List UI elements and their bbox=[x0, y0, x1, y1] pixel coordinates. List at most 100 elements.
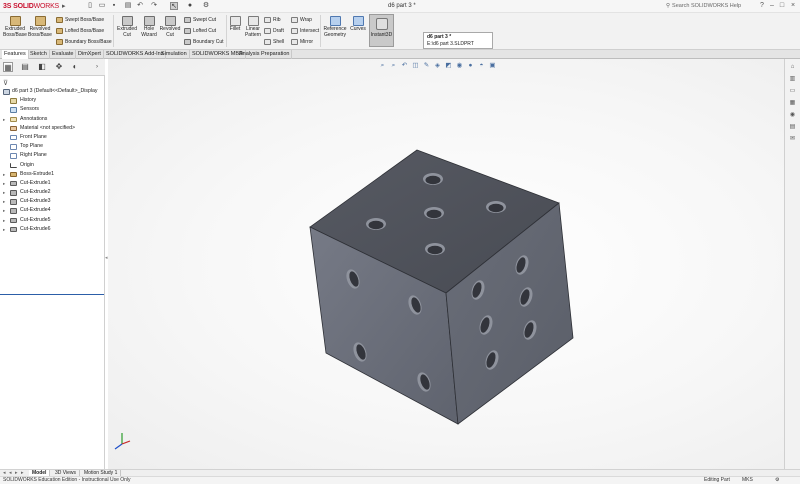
tree-item-annotations[interactable]: ▸ Annotations bbox=[0, 115, 104, 124]
print-icon[interactable]: ▤ bbox=[124, 2, 132, 10]
graphics-area[interactable]: ⌕ ⌕ ↶ ◫ ✎ ◈ ◩ ◉ ● ◓ ▣ bbox=[108, 59, 784, 469]
tree-item-sensors[interactable]: Sensors bbox=[0, 105, 104, 114]
cut-extrude-icon bbox=[10, 190, 17, 196]
tab-sketch[interactable]: Sketch bbox=[28, 50, 50, 59]
tree-item-cut-extrude6[interactable]: ▸ Cut-Extrude6 bbox=[0, 225, 104, 234]
help-button[interactable]: ? bbox=[758, 1, 766, 11]
tab-analysis-preparation[interactable]: Analysis Preparation bbox=[237, 50, 293, 59]
extruded-boss-button[interactable]: Extruded Boss/Base bbox=[3, 16, 27, 39]
boundary-boss-button[interactable]: Boundary Boss/Base bbox=[56, 38, 112, 46]
reference-triad-icon bbox=[114, 433, 131, 450]
expand-arrow-icon[interactable]: ▸ bbox=[3, 188, 5, 197]
custom-properties-icon[interactable]: ▤ bbox=[788, 123, 797, 131]
restore-button[interactable]: □ bbox=[778, 1, 786, 11]
minimize-button[interactable]: – bbox=[768, 1, 776, 11]
feature-manager-icon[interactable]: ▦ bbox=[3, 62, 13, 72]
boundary-boss-icon bbox=[56, 38, 63, 45]
tab-evaluate[interactable]: Evaluate bbox=[50, 50, 77, 59]
revolved-boss-button[interactable]: Revolved Boss/Base bbox=[28, 16, 52, 39]
undo-icon[interactable]: ↶ bbox=[136, 2, 144, 10]
lofted-boss-button[interactable]: Lofted Boss/Base bbox=[56, 27, 104, 35]
tree-item-cut-extrude2[interactable]: ▸ Cut-Extrude2 bbox=[0, 188, 104, 197]
tree-item-cut-extrude5[interactable]: ▸ Cut-Extrude5 bbox=[0, 216, 104, 225]
wrap-button[interactable]: Wrap bbox=[291, 16, 312, 24]
configuration-manager-icon[interactable]: ◧ bbox=[37, 62, 47, 72]
hole-wizard-button[interactable]: Hole Wizard bbox=[138, 16, 160, 39]
rib-icon bbox=[264, 16, 271, 23]
boundary-cut-button[interactable]: Boundary Cut bbox=[184, 38, 224, 46]
tree-item-top-plane[interactable]: Top Plane bbox=[0, 142, 104, 151]
tree-item-history[interactable]: History bbox=[0, 96, 104, 105]
fillet-button[interactable]: Fillet bbox=[227, 16, 243, 33]
rib-button[interactable]: Rib bbox=[264, 16, 281, 24]
shell-button[interactable]: Shell bbox=[264, 38, 284, 46]
mirror-button[interactable]: Mirror bbox=[291, 38, 313, 46]
expand-arrow-icon[interactable]: ▸ bbox=[3, 197, 5, 206]
extruded-cut-button[interactable]: Extruded Cut bbox=[115, 16, 139, 39]
redo-icon[interactable]: ↷ bbox=[150, 2, 158, 10]
tree-item-right-plane[interactable]: Right Plane bbox=[0, 151, 104, 160]
display-manager-icon[interactable]: ◐ bbox=[70, 62, 80, 72]
filter-icon[interactable]: ⊽ bbox=[3, 79, 8, 87]
part-icon bbox=[3, 89, 10, 95]
tab-simulation[interactable]: Simulation bbox=[159, 50, 190, 59]
linear-pattern-button[interactable]: Linear Pattern bbox=[243, 16, 263, 39]
search-input[interactable]: ⚲ Search SOLIDWORKS Help bbox=[666, 2, 758, 11]
solidworks-resources-icon[interactable]: ⌂ bbox=[788, 63, 797, 71]
expand-arrow-icon[interactable]: ▸ bbox=[3, 179, 5, 188]
expand-arrow-icon[interactable]: ▸ bbox=[3, 206, 5, 215]
reference-geometry-button[interactable]: Reference Geometry bbox=[322, 16, 348, 39]
tree-item-cut-extrude1[interactable]: ▸ Cut-Extrude1 bbox=[0, 179, 104, 188]
forum-icon[interactable]: ✉ bbox=[788, 135, 797, 143]
tree-item-cut-extrude3[interactable]: ▸ Cut-Extrude3 bbox=[0, 197, 104, 206]
lofted-cut-button[interactable]: Lofted Cut bbox=[184, 27, 216, 35]
tab-dimxpert[interactable]: DimXpert bbox=[76, 50, 104, 59]
tree-item-front-plane[interactable]: Front Plane bbox=[0, 133, 104, 142]
revolved-cut-button[interactable]: Revolved Cut bbox=[158, 16, 182, 39]
die-model[interactable] bbox=[108, 59, 784, 469]
curves-button[interactable]: Curves bbox=[348, 16, 368, 33]
property-manager-icon[interactable]: ▤ bbox=[20, 62, 30, 72]
lofted-boss-icon bbox=[56, 27, 63, 34]
expand-arrow-icon[interactable]: ▸ bbox=[3, 115, 5, 124]
save-icon[interactable]: ▪ bbox=[110, 2, 118, 10]
expand-arrow-icon[interactable]: ▸ bbox=[3, 225, 5, 234]
new-icon[interactable]: ▯ bbox=[86, 2, 94, 10]
select-icon[interactable]: ↖ bbox=[170, 2, 178, 10]
swept-cut-button[interactable]: Swept Cut bbox=[184, 16, 216, 24]
tree-item-origin[interactable]: Origin bbox=[0, 161, 104, 170]
options-icon[interactable]: ⚙ bbox=[202, 2, 210, 10]
menu-expand-icon[interactable]: ▸ bbox=[62, 3, 66, 10]
dimxpert-manager-icon[interactable]: ✥ bbox=[54, 62, 64, 72]
swept-boss-button[interactable]: Swept Boss/Base bbox=[56, 16, 104, 24]
rebuild-icon[interactable]: ● bbox=[186, 2, 194, 10]
tree-item-boss-extrude1[interactable]: ▸ Boss-Extrude1 bbox=[0, 170, 104, 179]
view-palette-icon[interactable]: ▦ bbox=[788, 99, 797, 107]
appearances-icon[interactable]: ◉ bbox=[788, 111, 797, 119]
instant3d-button[interactable]: Instant3D bbox=[369, 14, 394, 47]
tree-root-part[interactable]: d6 part 3 (Default<<Default>_Display bbox=[0, 87, 104, 96]
rollback-bar[interactable] bbox=[0, 294, 104, 295]
command-manager: Extruded Boss/Base Revolved Boss/Base Sw… bbox=[0, 13, 800, 49]
tab-features[interactable]: Features bbox=[2, 50, 29, 59]
panel-expand-icon[interactable]: › bbox=[92, 62, 102, 72]
tree-item-cut-extrude4[interactable]: ▸ Cut-Extrude4 bbox=[0, 206, 104, 215]
search-icon: ⚲ bbox=[666, 3, 671, 9]
tab-solidworks-add-ins[interactable]: SOLIDWORKS Add-Ins bbox=[104, 50, 167, 59]
open-icon[interactable]: ▭ bbox=[98, 2, 106, 10]
draft-button[interactable]: Draft bbox=[264, 27, 284, 35]
expand-arrow-icon[interactable]: ▸ bbox=[3, 170, 5, 179]
file-explorer-icon[interactable]: ▭ bbox=[788, 87, 797, 95]
close-button[interactable]: × bbox=[789, 1, 797, 11]
units-status[interactable]: MKS bbox=[742, 477, 753, 484]
expand-arrow-icon[interactable]: ▸ bbox=[3, 216, 5, 225]
plane-icon bbox=[10, 134, 17, 141]
cut-extrude-icon bbox=[10, 226, 17, 233]
status-options-icon[interactable]: ⚙ bbox=[775, 477, 779, 484]
revolved-boss-icon bbox=[34, 16, 46, 26]
tree-item-material[interactable]: Material <not specified> bbox=[0, 124, 104, 133]
design-library-icon[interactable]: ▥ bbox=[788, 75, 797, 83]
solidworks-logo[interactable]: 3S SOLIDWORKS ▸ bbox=[3, 2, 66, 10]
plane-icon bbox=[10, 153, 17, 159]
intersect-button[interactable]: Intersect bbox=[291, 27, 319, 35]
